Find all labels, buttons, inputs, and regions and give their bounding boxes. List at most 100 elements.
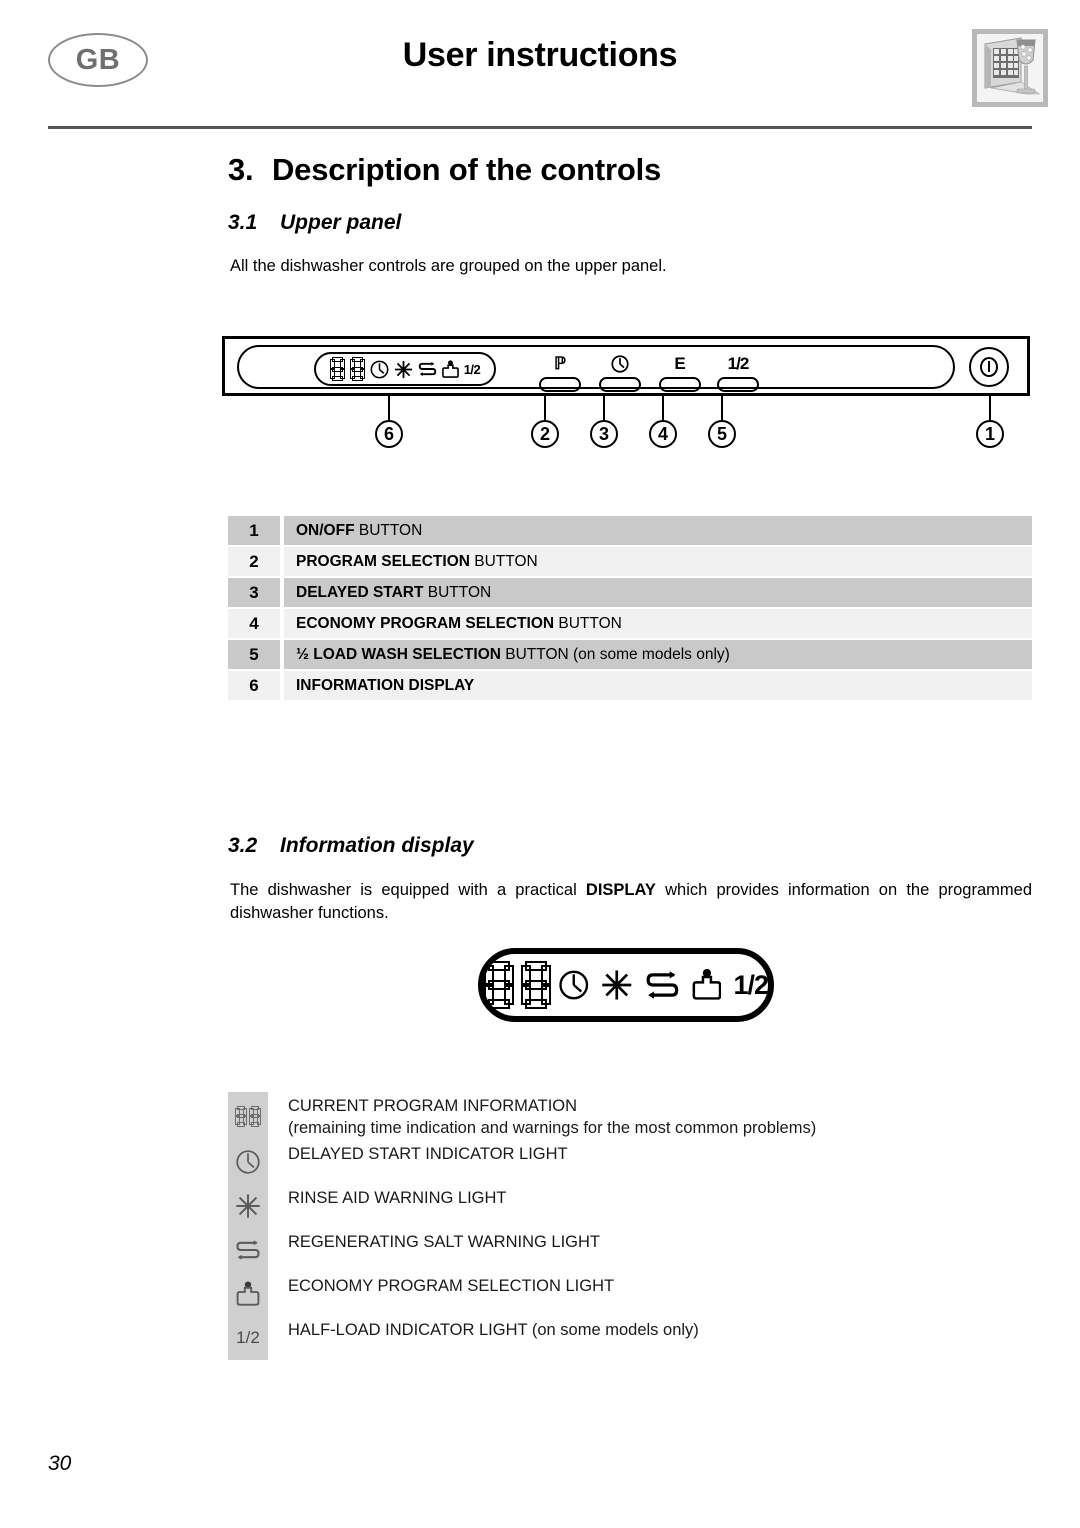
row-description-rest: BUTTON	[354, 521, 423, 539]
seven-segment-digit-icon	[329, 357, 345, 381]
half-load-button[interactable]: 1/2	[717, 355, 759, 392]
legend-label: REGENERATING SALT WARNING LIGHT	[288, 1233, 601, 1251]
callout-line-5	[721, 396, 723, 422]
seven-segment-digits-icon	[228, 1092, 268, 1140]
rinse-aid-icon	[228, 1184, 268, 1228]
program-button-label: ℙ	[554, 354, 566, 373]
legend-label: HALF-LOAD INDICATOR LIGHT (on some model…	[288, 1321, 699, 1339]
salt-icon	[418, 361, 436, 377]
row-description-rest: BUTTON (on some models only)	[500, 645, 730, 663]
callout-line-2	[544, 396, 546, 422]
row-description: ON/OFF BUTTON	[284, 516, 1032, 545]
list-item: 1/2 HALF-LOAD INDICATOR LIGHT (on some m…	[228, 1316, 1028, 1360]
on-off-power-button[interactable]	[969, 347, 1009, 387]
section-31-intro: All the dishwasher controls are grouped …	[230, 257, 667, 275]
section-32-number: 3.2	[228, 834, 258, 857]
row-description: DELAYED START BUTTON	[284, 578, 1032, 607]
controls-table-body: 1 ON/OFF BUTTON 2 PROGRAM SELECTION BUTT…	[228, 516, 1032, 700]
callout-number-3: 3	[590, 420, 618, 448]
callout-number-4: 4	[649, 420, 677, 448]
rinse-aid-icon	[602, 970, 632, 1000]
callout-line-3	[603, 396, 605, 422]
section-32-intro: The dishwasher is equipped with a practi…	[230, 879, 1032, 925]
row-description-bold: ON/OFF	[296, 521, 355, 539]
callout-line-1	[989, 396, 991, 422]
delayed-start-button[interactable]	[599, 355, 641, 392]
delayed-start-button-oval[interactable]	[599, 377, 641, 392]
economy-program-button[interactable]: E	[659, 355, 701, 392]
clock-icon	[228, 1140, 268, 1184]
clock-icon	[370, 360, 389, 378]
callout-line-4	[662, 396, 664, 422]
section-32-title: Information display	[280, 834, 474, 857]
row-description-bold: ½ LOAD WASH SELECTION	[296, 645, 501, 663]
table-row: 5 ½ LOAD WASH SELECTION BUTTON (on some …	[228, 640, 1032, 669]
row-number: 4	[228, 609, 280, 638]
economy-button-oval[interactable]	[659, 377, 701, 392]
half-load-icon-label: 1/2	[236, 1328, 260, 1347]
row-description-bold: ECONOMY PROGRAM SELECTION	[296, 614, 555, 632]
legend-label: RINSE AID WARNING LIGHT	[288, 1189, 507, 1207]
program-button-oval[interactable]	[539, 377, 581, 392]
row-number: 5	[228, 640, 280, 669]
delayed-start-clock-icon	[611, 355, 629, 374]
upper-panel-diagram: 1/2 ℙ E 1/2 6 2 3 4 5 1	[222, 336, 1034, 448]
half-load-label: 1/2	[733, 969, 769, 1000]
legend-label: ECONOMY PROGRAM SELECTION LIGHT	[288, 1277, 615, 1295]
row-description: INFORMATION DISPLAY	[284, 671, 1032, 700]
callout-number-1: 1	[976, 420, 1004, 448]
half-load-button-label: 1/2	[727, 354, 750, 373]
economy-icon	[692, 968, 721, 1000]
row-number: 3	[228, 578, 280, 607]
callout-number-6: 6	[375, 420, 403, 448]
legend-text: REGENERATING SALT WARNING LIGHT	[268, 1228, 600, 1253]
callout-number-2: 2	[531, 420, 559, 448]
half-load-button-oval[interactable]	[717, 377, 759, 392]
row-description: ECONOMY PROGRAM SELECTION BUTTON	[284, 609, 1032, 638]
economy-icon	[441, 359, 459, 378]
information-display-diagram: 1/2	[478, 948, 774, 1022]
display-legend: CURRENT PROGRAM INFORMATION (remaining t…	[228, 1092, 1028, 1360]
list-item: REGENERATING SALT WARNING LIGHT	[228, 1228, 1028, 1272]
legend-text: HALF-LOAD INDICATOR LIGHT (on some model…	[268, 1316, 699, 1341]
callout-line-6	[388, 396, 390, 422]
row-description: ½ LOAD WASH SELECTION BUTTON (on some mo…	[284, 640, 1032, 669]
row-description-bold: DELAYED START	[296, 583, 424, 601]
row-description-bold: INFORMATION DISPLAY	[296, 676, 475, 694]
table-row: 2 PROGRAM SELECTION BUTTON	[228, 547, 1032, 576]
legend-text: RINSE AID WARNING LIGHT	[268, 1184, 507, 1209]
clock-icon	[559, 970, 588, 1000]
table-row: 1 ON/OFF BUTTON	[228, 516, 1032, 545]
section-heading-upper-panel: 3.1 Upper panel	[228, 211, 401, 235]
salt-icon	[646, 971, 679, 999]
economy-icon	[228, 1272, 268, 1316]
list-item: CURRENT PROGRAM INFORMATION (remaining t…	[228, 1092, 1028, 1140]
salt-icon	[228, 1228, 268, 1272]
section-32-intro-before: The dishwasher is equipped with a practi…	[230, 881, 586, 899]
page-number: 30	[48, 1452, 72, 1475]
panel-body: 1/2 ℙ E 1/2	[222, 336, 1030, 396]
row-description-bold: PROGRAM SELECTION	[296, 552, 470, 570]
row-description-rest: BUTTON	[469, 552, 538, 570]
economy-button-label: E	[674, 354, 686, 373]
table-row: 6 INFORMATION DISPLAY	[228, 671, 1032, 700]
rinse-aid-icon	[394, 360, 412, 378]
section-31-title: Upper panel	[280, 211, 402, 234]
seven-segment-digit-icon	[349, 357, 365, 381]
chapter-number: 3.	[228, 152, 254, 187]
information-display-pill: 1/2	[314, 352, 496, 386]
legend-label: DELAYED START INDICATOR LIGHT	[288, 1145, 568, 1163]
list-item: DELAYED START INDICATOR LIGHT	[228, 1140, 1028, 1184]
row-number: 6	[228, 671, 280, 700]
page-header: GB User instructions	[0, 0, 1080, 132]
row-description: PROGRAM SELECTION BUTTON	[284, 547, 1032, 576]
callout-number-5: 5	[708, 420, 736, 448]
page-title: User instructions	[402, 36, 678, 74]
row-description-rest: BUTTON	[423, 583, 492, 601]
seven-segment-digit-icon	[520, 961, 551, 1009]
program-selection-button[interactable]: ℙ	[539, 355, 581, 392]
section-31-number: 3.1	[228, 211, 258, 234]
row-number: 1	[228, 516, 280, 545]
list-item: RINSE AID WARNING LIGHT	[228, 1184, 1028, 1228]
table-row: 3 DELAYED START BUTTON	[228, 578, 1032, 607]
